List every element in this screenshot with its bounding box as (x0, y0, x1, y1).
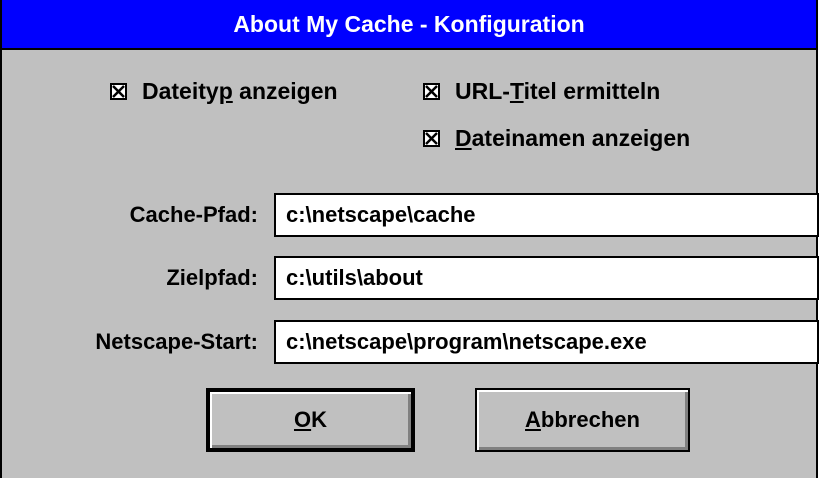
cache-path-input[interactable] (274, 193, 819, 237)
checkbox-label: Dateityp anzeigen (142, 78, 338, 104)
ok-button[interactable]: OK (206, 388, 415, 452)
checkbox-box[interactable] (110, 83, 127, 100)
cancel-button-mnemonic: A (525, 407, 541, 432)
ok-button-mnemonic: O (293, 407, 312, 432)
checkbox-show-filetype[interactable]: Dateityp anzeigen (110, 78, 338, 105)
window-title: About My Cache - Konfiguration (233, 10, 585, 37)
netscape-start-label: Netscape-Start: (95, 329, 258, 354)
netscape-start-input[interactable] (274, 320, 819, 364)
check-mark-icon (425, 85, 438, 98)
cache-path-label: Cache-Pfad: (129, 202, 258, 227)
checkbox-box[interactable] (423, 130, 440, 147)
checkbox-show-filenames[interactable]: Dateinamen anzeigen (423, 125, 690, 152)
cancel-button-label: bbrechen (540, 407, 640, 432)
checkbox-box[interactable] (423, 83, 440, 100)
checkbox-fetch-url-title[interactable]: URL-Titel ermitteln (423, 78, 660, 105)
title-bar: About My Cache - Konfiguration (2, 0, 816, 50)
ok-button-label: K (311, 407, 327, 432)
check-mark-icon (112, 85, 125, 98)
checkbox-label: URL-Titel ermitteln (455, 78, 661, 104)
check-mark-icon (425, 132, 438, 145)
config-dialog: About My Cache - Konfiguration Dateityp … (0, 0, 819, 478)
target-path-label: Zielpfad: (166, 265, 258, 290)
target-path-input[interactable] (274, 256, 819, 300)
cancel-button[interactable]: Abbrechen (475, 388, 690, 452)
checkbox-label: Dateinamen anzeigen (455, 125, 691, 151)
